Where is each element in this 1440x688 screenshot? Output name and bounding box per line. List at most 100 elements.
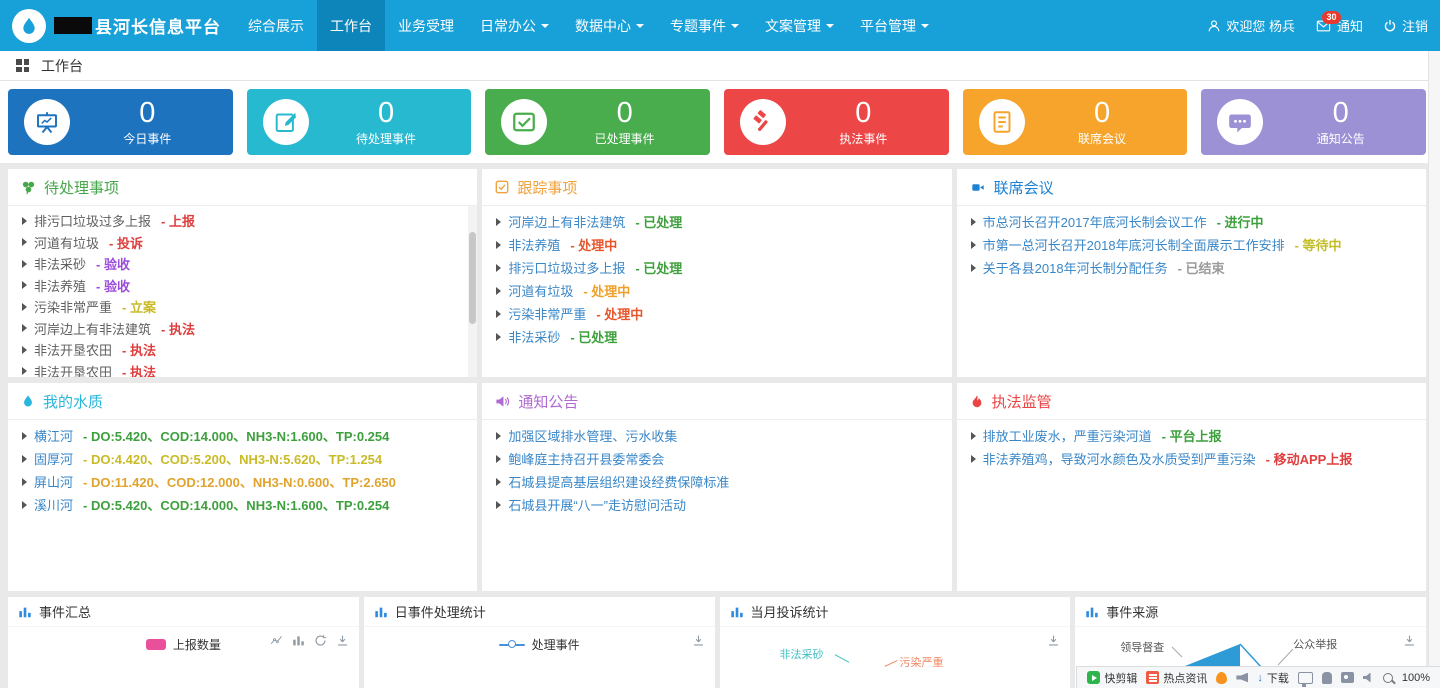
monitor-icon[interactable] [1298, 672, 1313, 684]
bar-chart-toggle-icon[interactable] [292, 634, 305, 647]
nav-item-documents[interactable]: 文案管理 [752, 0, 847, 51]
hot-news-button[interactable]: 热点资讯 [1146, 670, 1207, 686]
chart-legend[interactable]: 处理事件 [364, 636, 715, 653]
legend-swatch [146, 639, 166, 650]
announcement-item[interactable]: 鲍峰庭主持召开县委常委会 [496, 447, 937, 470]
pending-item[interactable]: 排污口垃圾过多上报上报 [22, 210, 463, 232]
water-quality-item[interactable]: 屏山河DO:11.420、COD:12.000、NH3-N:0.600、TP:2… [22, 470, 463, 493]
stat-label: 已处理事件 [595, 130, 655, 147]
logout-button[interactable]: 注销 [1383, 16, 1428, 35]
item-status: 投诉 [109, 233, 143, 252]
pending-item[interactable]: 非法开垦农田执法 [22, 361, 463, 378]
megaphone-icon[interactable] [1236, 673, 1248, 683]
arrow-icon [22, 303, 27, 311]
notifications-button[interactable]: 30 通知 [1315, 16, 1363, 35]
breadcrumb: 工作台 [0, 51, 1440, 81]
stat-card-today-events[interactable]: 0今日事件 [8, 89, 233, 155]
announcement-item[interactable]: 石城县提高基层组织建设经费保障标准 [496, 470, 937, 493]
pending-item[interactable]: 非法采砂验收 [22, 253, 463, 275]
download-icon[interactable] [336, 634, 349, 647]
nav-item-platform[interactable]: 平台管理 [847, 0, 942, 51]
announcement-item[interactable]: 石城县开展“八一”走访慰问活动 [496, 493, 937, 516]
stat-card-processed-events[interactable]: 0已处理事件 [485, 89, 710, 155]
browser-statusbar: 快剪辑 热点资讯 ↓ 下载 100% [1076, 666, 1440, 688]
pie-label: 污染严重 [900, 654, 944, 670]
tracked-item[interactable]: 河道有垃圾处理中 [496, 279, 937, 302]
arrow-icon [971, 432, 976, 440]
app: 县河长信息平台 综合展示 工作台 业务受理 日常办公 数据中心 专题事件 文案管… [0, 0, 1440, 688]
meeting-item[interactable]: 关于各县2018年河长制分配任务已结束 [971, 256, 1412, 279]
chart-header: 日事件处理统计 [364, 597, 715, 627]
download-icon[interactable] [692, 634, 705, 647]
arrow-icon [971, 455, 976, 463]
item-text: 市总河长召开2017年底河长制会议工作 [983, 212, 1207, 231]
pending-item[interactable]: 非法开垦农田执法 [22, 339, 463, 361]
item-status: 已处理 [635, 212, 682, 231]
pending-item[interactable]: 污染非常严重立案 [22, 296, 463, 318]
nav-item-workbench[interactable]: 工作台 [317, 0, 385, 51]
stat-card-pending-events[interactable]: 0待处理事件 [247, 89, 472, 155]
panel-title: 我的水质 [43, 391, 103, 412]
chevron-down-icon [826, 24, 834, 28]
water-quality-item[interactable]: 横江河DO:5.420、COD:14.000、NH3-N:1.600、TP:0.… [22, 424, 463, 447]
stat-card-enforcement-events[interactable]: 0执法事件 [724, 89, 949, 155]
tracked-item[interactable]: 河岸边上有非法建筑已处理 [496, 210, 937, 233]
user-welcome[interactable]: 欢迎您 杨兵 [1207, 16, 1295, 35]
page-scrollbar[interactable] [1428, 51, 1440, 688]
item-text: 河岸边上有非法建筑 [508, 212, 625, 231]
pending-item[interactable]: 非法养殖验收 [22, 275, 463, 297]
download-icon[interactable] [1047, 634, 1060, 647]
water-quality-item[interactable]: 固厚河DO:4.420、COD:5.200、NH3-N:5.620、TP:1.2… [22, 447, 463, 470]
legend-label: 处理事件 [532, 636, 580, 653]
gesture-icon[interactable] [1322, 672, 1332, 684]
pending-item[interactable]: 河岸边上有非法建筑执法 [22, 318, 463, 340]
item-text: 污染非常严重 [34, 297, 112, 316]
enforcement-item[interactable]: 排放工业废水，严重污染河道平台上报 [971, 424, 1412, 447]
flame-icon[interactable] [1216, 672, 1227, 684]
stat-card-joint-meetings[interactable]: 0联席会议 [963, 89, 1188, 155]
chart-toolbox [1047, 634, 1060, 647]
item-status: 进行中 [1217, 212, 1264, 231]
zoom-icon[interactable] [1383, 673, 1393, 683]
speaker-icon[interactable] [1363, 673, 1374, 683]
menu-grid-icon[interactable] [16, 59, 29, 72]
nav-item-overview[interactable]: 综合展示 [235, 0, 317, 51]
river-name: 横江河 [34, 426, 73, 445]
item-text: 鲍峰庭主持召开县委常委会 [508, 449, 664, 468]
item-text: 石城县提高基层组织建设经费保障标准 [508, 472, 729, 491]
stat-card-announcements[interactable]: 0通知公告 [1201, 89, 1426, 155]
tracked-item[interactable]: 非法采砂已处理 [496, 325, 937, 348]
image-icon[interactable] [1341, 672, 1354, 683]
item-status: 执法 [122, 340, 156, 359]
meeting-item[interactable]: 市总河长召开2017年底河长制会议工作进行中 [971, 210, 1412, 233]
download-button[interactable]: ↓ 下载 [1257, 670, 1289, 686]
refresh-icon[interactable] [314, 634, 327, 647]
nav-item-daily-office[interactable]: 日常办公 [467, 0, 562, 51]
bar-chart-icon [730, 605, 744, 619]
app-logo[interactable] [12, 9, 46, 43]
zoom-level[interactable]: 100% [1402, 672, 1430, 684]
tracked-item[interactable]: 污染非常严重处理中 [496, 302, 937, 325]
announcement-item[interactable]: 加强区域排水管理、污水收集 [496, 424, 937, 447]
chart-event-summary: 事件汇总 上报数量 [8, 597, 359, 688]
tracked-item[interactable]: 非法养殖处理中 [496, 233, 937, 256]
arrow-icon [496, 264, 501, 272]
panel-header: 执法监管 [957, 383, 1426, 420]
panel-scrollbar[interactable] [468, 206, 477, 377]
water-quality-item[interactable]: 溪川河DO:5.420、COD:14.000、NH3-N:1.600、TP:0.… [22, 493, 463, 516]
stat-value: 0 [617, 98, 633, 129]
scrollbar-thumb[interactable] [469, 232, 476, 324]
arrow-icon [22, 501, 27, 509]
line-chart-toggle-icon[interactable] [270, 634, 283, 647]
panel-header: 通知公告 [482, 383, 951, 420]
nav-item-business[interactable]: 业务受理 [385, 0, 467, 51]
item-status: 已结束 [1178, 258, 1225, 277]
item-text: 非法开垦农田 [34, 362, 112, 377]
nav-item-special-events[interactable]: 专题事件 [657, 0, 752, 51]
enforcement-item[interactable]: 非法养殖鸡，导致河水颜色及水质受到严重污染移动APP上报 [971, 447, 1412, 470]
quick-clip-button[interactable]: 快剪辑 [1087, 670, 1137, 686]
meeting-item[interactable]: 市第一总河长召开2018年底河长制全面展示工作安排等待中 [971, 233, 1412, 256]
tracked-item[interactable]: 排污口垃圾过多上报已处理 [496, 256, 937, 279]
pending-item[interactable]: 河道有垃圾投诉 [22, 232, 463, 254]
nav-item-data-center[interactable]: 数据中心 [562, 0, 657, 51]
